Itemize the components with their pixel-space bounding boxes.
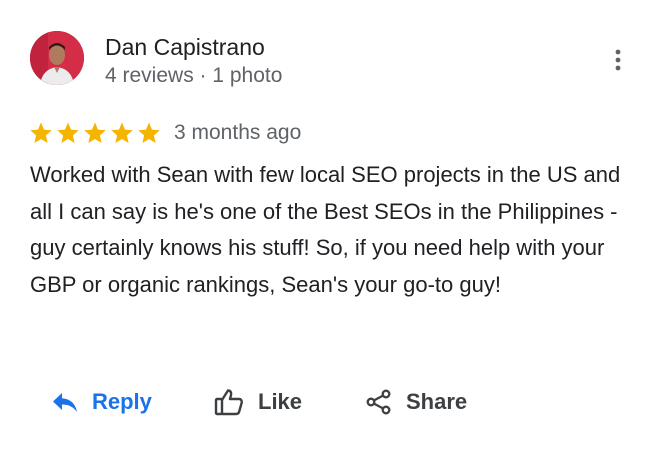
rating-row: 3 months ago (29, 119, 301, 147)
reply-button[interactable]: Reply (52, 380, 152, 424)
reply-label: Reply (92, 389, 152, 414)
reviewer-name[interactable]: Dan Capistrano (105, 33, 265, 61)
more-options-button[interactable] (600, 44, 636, 80)
star-icon (56, 121, 80, 145)
share-label: Share (406, 389, 468, 414)
share-button[interactable]: Share (366, 380, 467, 424)
reviewer-meta: 4 reviews · 1 photo (105, 64, 283, 87)
more-vertical-icon (615, 49, 621, 76)
star-icon (29, 121, 53, 145)
star-icon (83, 121, 107, 145)
reply-icon (52, 391, 78, 413)
star-icon (137, 121, 161, 145)
avatar[interactable] (30, 31, 84, 85)
star-rating (29, 121, 161, 145)
like-button[interactable]: Like (214, 380, 302, 424)
like-label: Like (258, 389, 303, 414)
review-card: Dan Capistrano 4 reviews · 1 photo 3 mon… (0, 0, 666, 450)
share-icon (366, 389, 392, 415)
review-date: 3 months ago (174, 121, 302, 144)
thumbs-up-icon (214, 388, 244, 416)
review-text: Worked with Sean with few local SEO proj… (30, 162, 621, 297)
review-actions: Reply Like Share (0, 380, 666, 424)
star-icon (110, 121, 134, 145)
